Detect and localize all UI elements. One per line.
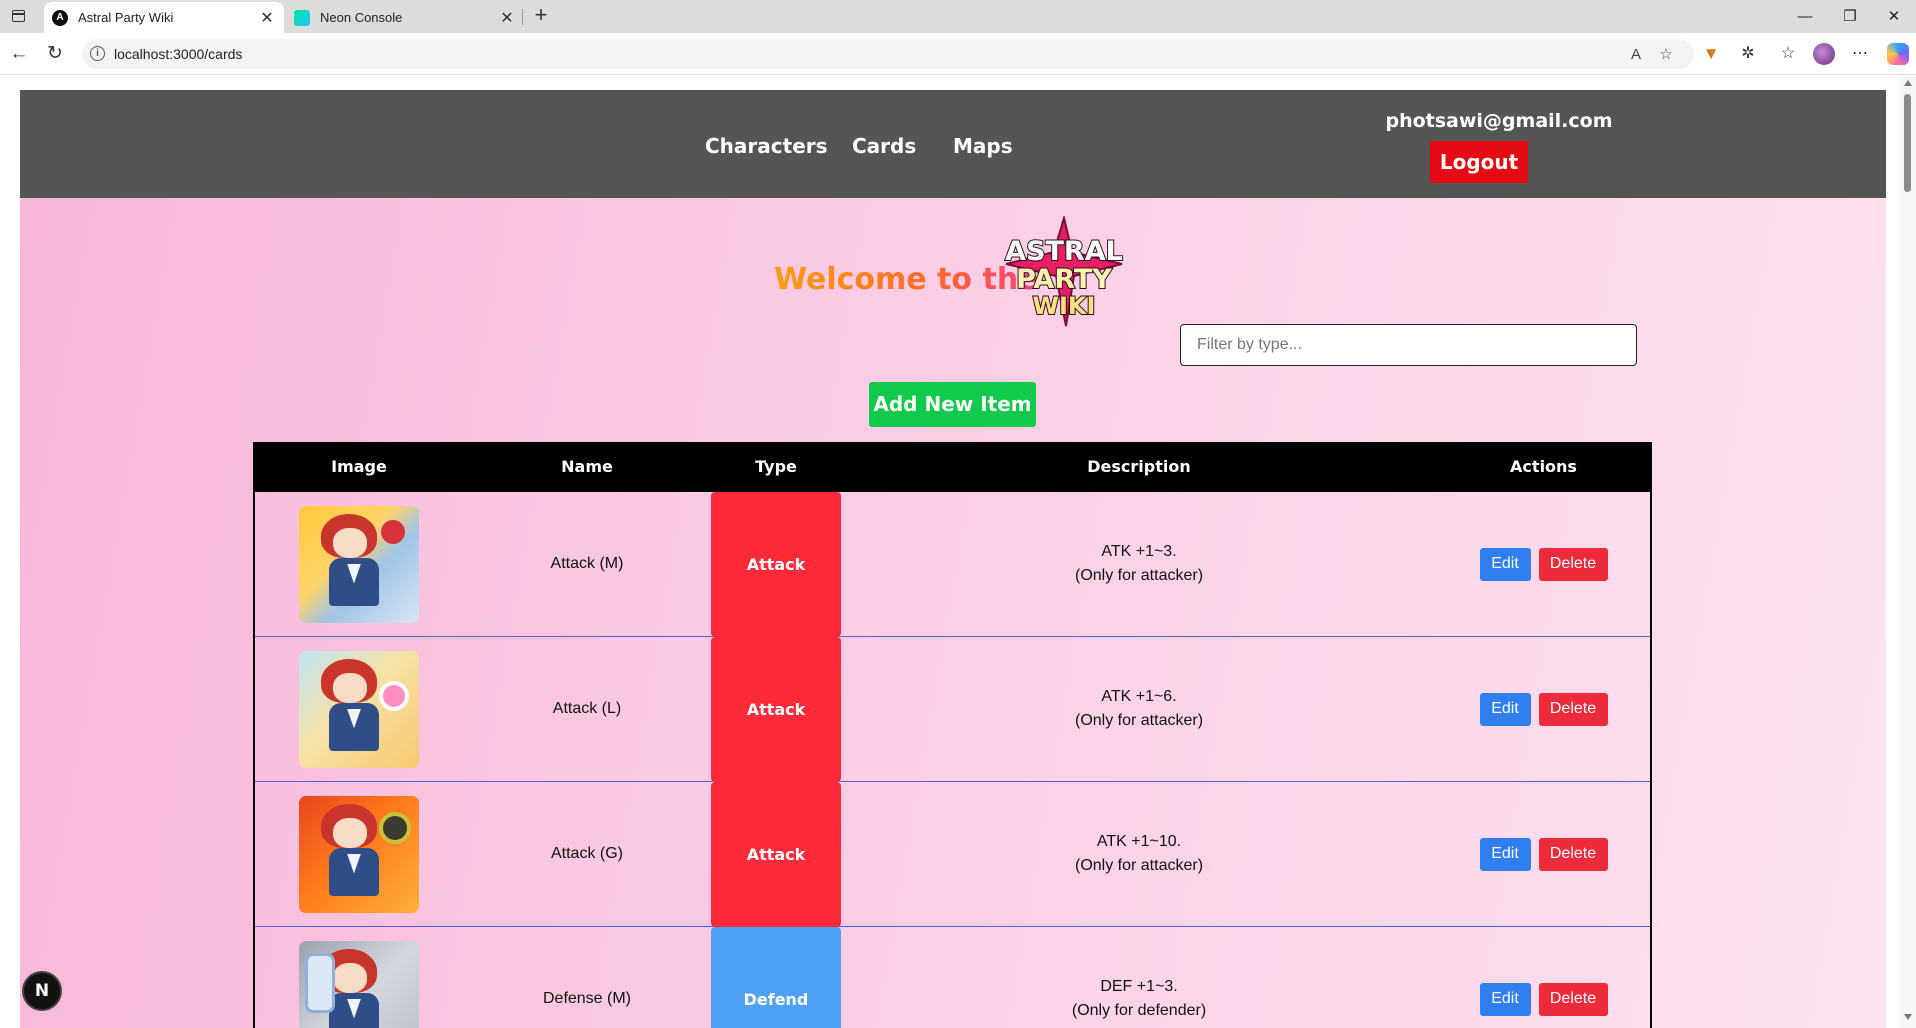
logout-button[interactable]: Logout [1430, 141, 1528, 183]
column-header-description: Description [1087, 457, 1191, 476]
nav-maps[interactable]: Maps [953, 134, 1013, 158]
card-image [299, 650, 419, 768]
type-badge: Attack [711, 636, 841, 782]
card-name: Attack (G) [550, 845, 623, 862]
nav-characters[interactable]: Characters [705, 134, 828, 158]
type-badge: Defend [711, 926, 841, 1028]
type-badge: Attack [711, 781, 841, 927]
filter-type-input[interactable] [1180, 324, 1637, 366]
edit-button[interactable]: Edit [1479, 837, 1531, 871]
nextjs-dev-indicator[interactable]: N [22, 971, 62, 1011]
column-header-name: Name [561, 457, 613, 476]
read-aloud-icon[interactable]: A [1627, 46, 1645, 64]
delete-button[interactable]: Delete [1538, 982, 1608, 1016]
delete-button[interactable]: Delete [1538, 692, 1608, 726]
type-badge: Attack [711, 491, 841, 637]
delete-button[interactable]: Delete [1538, 837, 1608, 871]
edit-button[interactable]: Edit [1479, 547, 1531, 581]
user-email: photsawi@gmail.com [1385, 110, 1613, 132]
copilot-icon[interactable] [1887, 43, 1909, 65]
reload-icon[interactable]: ↻ [43, 42, 67, 66]
logo-line-wiki: WIKI [1033, 292, 1096, 320]
card-image [299, 940, 419, 1028]
tab-title: Neon Console [320, 10, 403, 25]
astral-favicon-icon: A [52, 9, 68, 26]
card-image [299, 505, 419, 623]
card-image [299, 795, 419, 913]
scroll-up-icon[interactable] [1904, 80, 1912, 86]
column-header-image: Image [331, 457, 387, 476]
tab-title: Astral Party Wiki [78, 10, 174, 25]
page-viewport: Characters Cards Maps photsawi@gmail.com… [0, 76, 1900, 1028]
new-tab-icon[interactable]: + [528, 3, 554, 29]
close-tab-icon[interactable]: ✕ [256, 8, 278, 28]
nav-cards[interactable]: Cards [852, 134, 916, 158]
edit-button[interactable]: Edit [1479, 692, 1531, 726]
extensions-icon[interactable]: ✲ [1737, 43, 1759, 65]
neon-favicon-icon [294, 9, 310, 26]
scroll-down-icon[interactable] [1904, 1014, 1912, 1020]
card-description: ATK +1~6. (Only for attacker) [1074, 688, 1204, 729]
site-header: Characters Cards Maps photsawi@gmail.com… [20, 90, 1886, 198]
column-header-actions: Actions [1510, 457, 1577, 476]
minimize-icon[interactable]: — [1783, 0, 1827, 33]
browser-tab-astral-party-wiki[interactable]: A Astral Party Wiki ✕ [44, 2, 284, 33]
card-name: Attack (M) [550, 555, 624, 572]
card-name: Attack (L) [552, 700, 622, 717]
column-header-type: Type [755, 457, 797, 476]
restore-icon[interactable]: ❐ [1828, 0, 1872, 33]
card-name: Defense (M) [542, 990, 632, 1007]
site-info-icon[interactable]: i [90, 46, 105, 61]
tab-actions-icon[interactable] [8, 6, 30, 26]
address-url: localhost:3000/cards [114, 46, 243, 62]
browser-tab-bar: A Astral Party Wiki ✕ Neon Console ✕ + —… [0, 0, 1916, 33]
browser-toolbar: ← ↻ i localhost:3000/cards A ☆ ▼ ✲ ☆ ⋯ [0, 33, 1916, 75]
settings-more-icon[interactable]: ⋯ [1849, 43, 1871, 65]
logo-line-astral: ASTRAL [1005, 236, 1123, 267]
table-row: Attack (L) Attack ATK +1~6. (Only for at… [255, 636, 1650, 782]
card-description: ATK +1~3. (Only for attacker) [1074, 543, 1204, 584]
edit-button[interactable]: Edit [1479, 982, 1531, 1016]
card-description: ATK +1~10. (Only for attacker) [1074, 833, 1204, 874]
profile-avatar[interactable] [1813, 43, 1835, 65]
table-row: Attack (G) Attack ATK +1~10. (Only for a… [255, 781, 1650, 927]
table-row: Attack (M) Attack ATK +1~3. (Only for at… [255, 491, 1650, 637]
close-tab-icon[interactable]: ✕ [496, 8, 518, 28]
astral-party-logo: ASTRAL PARTY WIKI [1004, 216, 1124, 327]
favorites-icon[interactable]: ☆ [1777, 43, 1799, 65]
site-root: Characters Cards Maps photsawi@gmail.com… [20, 90, 1886, 1028]
card-description: DEF +1~3. (Only for defender) [1071, 978, 1207, 1019]
add-new-item-button[interactable]: Add New Item [869, 382, 1036, 427]
close-window-icon[interactable]: ✕ [1872, 0, 1916, 33]
delete-button[interactable]: Delete [1538, 547, 1608, 581]
table-header: Image Name Type Description Actions [255, 442, 1650, 492]
browser-tab-neon-console[interactable]: Neon Console ✕ [286, 2, 524, 33]
table-row: Defense (M) Defend DEF +1~3. (Only for d… [255, 926, 1650, 1028]
metamask-extension-icon[interactable]: ▼ [1700, 43, 1722, 65]
address-bar[interactable]: i localhost:3000/cards A ☆ [82, 39, 1694, 69]
back-icon[interactable]: ← [7, 42, 31, 66]
scrollbar-thumb[interactable] [1904, 94, 1911, 192]
favorite-star-icon[interactable]: ☆ [1657, 46, 1675, 64]
logo-line-party: PARTY [1016, 264, 1112, 295]
page-scrollbar[interactable] [1900, 76, 1916, 1028]
tab-divider [522, 9, 523, 25]
cards-table: Image Name Type Description Actions Atta… [253, 442, 1652, 1028]
